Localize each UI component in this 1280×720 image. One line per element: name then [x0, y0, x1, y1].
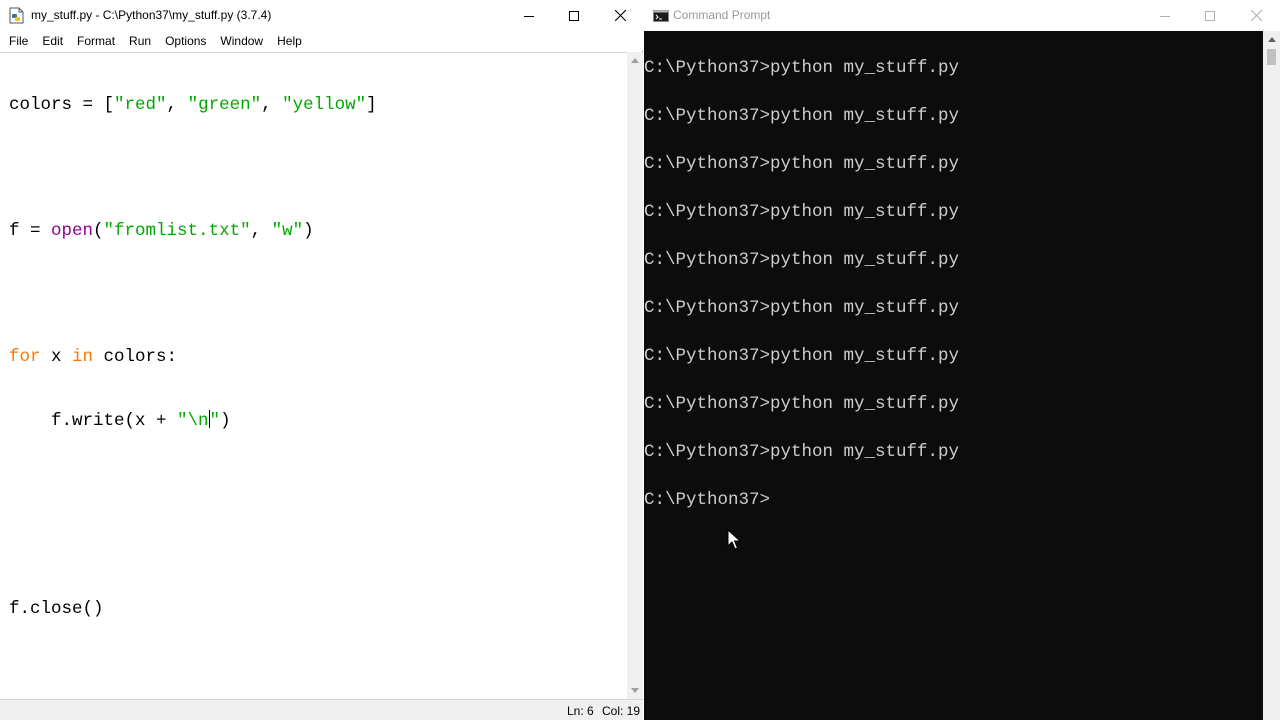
- code-token: ,: [261, 95, 283, 115]
- code-line-1: colors = ["red", "green", "yellow"]: [9, 95, 377, 116]
- console-output[interactable]: C:\Python37>python my_stuff.py C:\Python…: [644, 31, 1263, 720]
- python-file-icon: [9, 7, 24, 24]
- command-prompt-window: Command Prompt C:\Python37>python my_stu…: [644, 0, 1280, 720]
- code-token: colors = [: [9, 95, 115, 115]
- idle-editor-window: my_stuff.py - C:\Python37\my_stuff.py (3…: [0, 0, 643, 720]
- console-line: C:\Python37>python my_stuff.py: [644, 394, 960, 414]
- menu-window[interactable]: Window: [213, 31, 270, 51]
- builtin-token: open: [51, 221, 94, 241]
- code-token: x: [40, 347, 73, 367]
- string-literal: "green": [187, 95, 262, 115]
- menu-format[interactable]: Format: [70, 31, 122, 51]
- code-line-9: f.close(): [9, 599, 377, 620]
- code-line-6: f.write(x + "\n"): [9, 410, 377, 431]
- menu-options[interactable]: Options: [158, 31, 213, 51]
- idle-window-title: my_stuff.py - C:\Python37\my_stuff.py (3…: [31, 8, 272, 22]
- console-prompt: C:\Python37>: [644, 490, 771, 510]
- cmd-titlebar[interactable]: Command Prompt: [644, 0, 1280, 31]
- code-text: colors = ["red", "green", "yellow"] f = …: [9, 53, 377, 662]
- menu-edit[interactable]: Edit: [35, 31, 70, 51]
- idle-statusbar: Ln: 6 Col: 19: [0, 699, 643, 720]
- status-line-number: Ln: 6: [567, 704, 594, 718]
- command-prompt-icon: [653, 10, 669, 22]
- code-token: f.close(): [9, 599, 104, 619]
- code-token: f =: [9, 221, 52, 241]
- scroll-up-button[interactable]: [1263, 31, 1280, 48]
- menu-file[interactable]: File: [2, 31, 35, 51]
- status-column-number: Col: 19: [602, 704, 641, 718]
- console-line: C:\Python37>python my_stuff.py: [644, 202, 960, 222]
- code-token: ,: [166, 95, 188, 115]
- scroll-down-button[interactable]: [627, 682, 643, 699]
- idle-close-button[interactable]: [597, 0, 643, 31]
- code-token: f.write(x +: [9, 411, 178, 431]
- string-literal: "w": [271, 221, 304, 241]
- keyword-token: for: [9, 347, 41, 367]
- cmd-close-button[interactable]: [1233, 0, 1279, 31]
- code-token: ]: [366, 95, 377, 115]
- console-line: C:\Python37>python my_stuff.py: [644, 250, 960, 270]
- maximize-icon: [569, 10, 579, 21]
- string-literal: "fromlist.txt": [103, 221, 251, 241]
- code-editor[interactable]: colors = ["red", "green", "yellow"] f = …: [0, 52, 627, 699]
- cmd-window-title: Command Prompt: [673, 8, 771, 22]
- chevron-up-icon: [1267, 37, 1276, 42]
- string-literal: "\n: [177, 411, 209, 431]
- string-literal: ": [209, 411, 221, 431]
- cmd-minimize-button[interactable]: [1142, 0, 1188, 31]
- menu-help[interactable]: Help: [270, 31, 309, 51]
- code-token: ,: [250, 221, 272, 241]
- keyword-token: in: [72, 347, 94, 367]
- minimize-icon: [524, 15, 534, 17]
- console-line: C:\Python37>python my_stuff.py: [644, 346, 960, 366]
- maximize-icon: [1205, 10, 1215, 21]
- console-line: C:\Python37>python my_stuff.py: [644, 106, 960, 126]
- code-token: colors:: [93, 347, 178, 367]
- console-line: C:\Python37>python my_stuff.py: [644, 298, 960, 318]
- string-literal: "red": [114, 95, 167, 115]
- close-icon: [1250, 10, 1262, 21]
- code-line-3: f = open("fromlist.txt", "w"): [9, 221, 377, 242]
- code-token: (: [93, 221, 104, 241]
- cmd-maximize-button[interactable]: [1187, 0, 1233, 31]
- idle-menubar: File Edit Format Run Options Window Help: [0, 31, 643, 51]
- idle-titlebar[interactable]: my_stuff.py - C:\Python37\my_stuff.py (3…: [0, 0, 643, 31]
- idle-vertical-scrollbar[interactable]: [627, 52, 643, 699]
- minimize-icon: [1160, 15, 1170, 17]
- close-icon: [614, 10, 626, 21]
- code-line-5: for x in colors:: [9, 347, 377, 368]
- console-line: C:\Python37>python my_stuff.py: [644, 58, 960, 78]
- string-literal: "yellow": [282, 95, 367, 115]
- console-line: C:\Python37>python my_stuff.py: [644, 154, 960, 174]
- idle-minimize-button[interactable]: [506, 0, 552, 31]
- mouse-pointer-icon: [727, 529, 741, 550]
- code-token: ): [303, 221, 314, 241]
- idle-maximize-button[interactable]: [551, 0, 597, 31]
- menu-run[interactable]: Run: [122, 31, 158, 51]
- console-line: C:\Python37>python my_stuff.py: [644, 442, 960, 462]
- chevron-up-icon: [631, 58, 639, 63]
- scrollbar-thumb[interactable]: [1267, 49, 1276, 65]
- code-token: ): [220, 411, 231, 431]
- cmd-vertical-scrollbar[interactable]: [1263, 31, 1280, 720]
- scroll-up-button[interactable]: [627, 52, 643, 69]
- chevron-down-icon: [631, 688, 639, 693]
